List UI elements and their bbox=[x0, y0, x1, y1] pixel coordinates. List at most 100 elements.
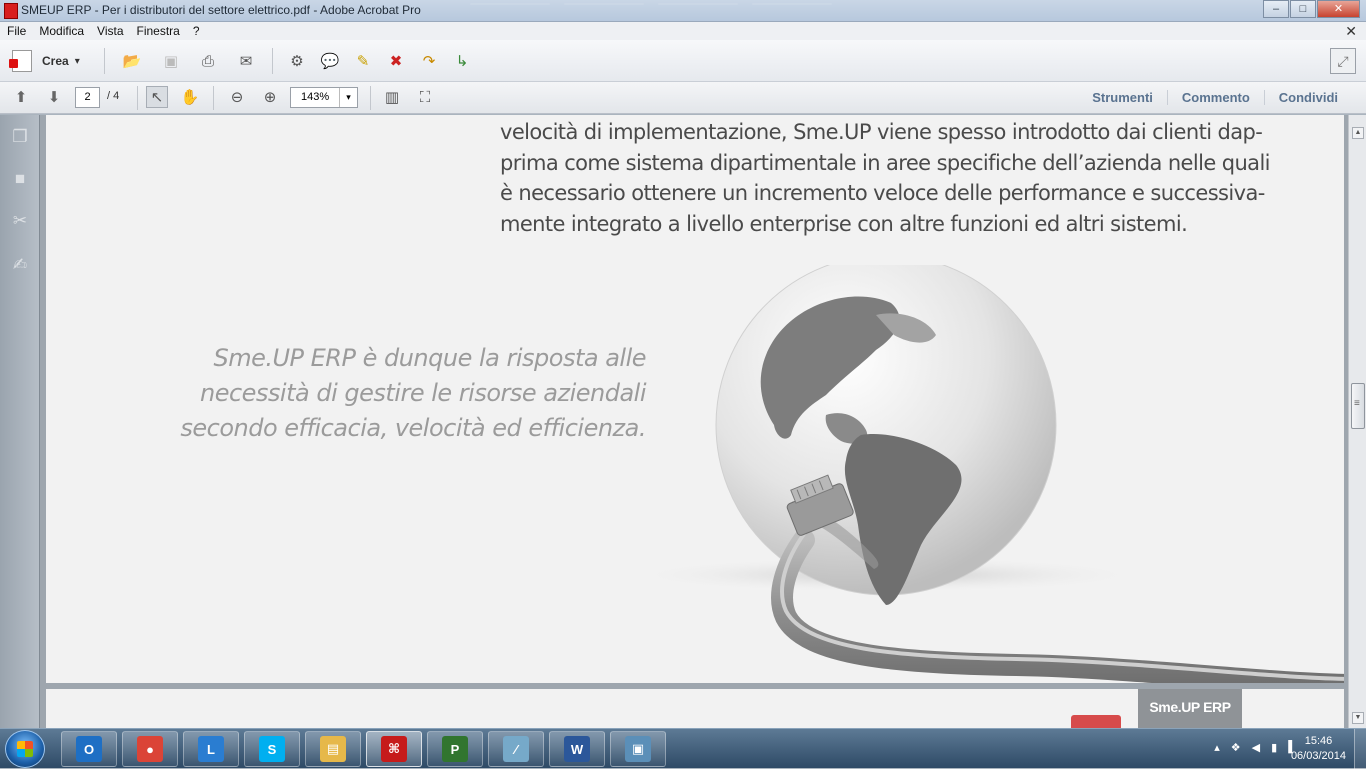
menu-modifica[interactable]: Modifica bbox=[39, 24, 84, 38]
taskbar: O ● L S ▤ ⌘ P ∕ W ▣ ▴ ❖ ◀ ▮ ▌ 15:46 06/03/2014 bbox=[0, 728, 1366, 769]
taskbar-photos-button[interactable]: ▣ bbox=[610, 731, 666, 767]
chrome-icon: ● bbox=[137, 736, 163, 762]
taskbar-lync-button[interactable]: L bbox=[183, 731, 239, 767]
page-number-input[interactable]: 2 bbox=[75, 87, 100, 108]
clock-time: 15:46 bbox=[1304, 735, 1333, 747]
decorative-block bbox=[1071, 715, 1121, 728]
window-title: SMEUP ERP - Per i distributori del setto… bbox=[21, 3, 421, 17]
crea-button[interactable]: Crea ▾ bbox=[9, 50, 80, 72]
scroll-thumb[interactable] bbox=[1351, 383, 1365, 429]
quote-line: secondo efficacia, velocità ed efficienz… bbox=[180, 414, 646, 442]
globe-with-cable-image bbox=[636, 265, 1344, 683]
full-screen-icon[interactable]: ⛶ bbox=[414, 86, 436, 108]
zoom-in-icon[interactable]: ⊕ bbox=[259, 86, 281, 108]
save-icon[interactable]: ▣ bbox=[160, 50, 182, 72]
pdf-page: Sme.UP ERP bbox=[46, 689, 1344, 728]
chevron-down-icon: ▾ bbox=[74, 55, 80, 67]
notepad-icon: ∕ bbox=[503, 736, 529, 762]
next-page-icon[interactable]: ⬇ bbox=[43, 86, 65, 108]
project-icon: P bbox=[442, 736, 468, 762]
body-text-line: è necessario ottenere un incremento velo… bbox=[500, 181, 1265, 205]
body-text-line: mente integrato a livello enterprise con… bbox=[500, 211, 1188, 236]
explorer-icon: ▤ bbox=[320, 736, 346, 762]
scroll-down-icon[interactable]: ▼ bbox=[1352, 712, 1364, 724]
minimize-button[interactable]: – bbox=[1263, 0, 1289, 18]
attachment-icon[interactable]: ✂ bbox=[9, 211, 31, 233]
chevron-down-icon[interactable]: ▾ bbox=[339, 88, 357, 107]
clock-date: 06/03/2014 bbox=[1290, 750, 1346, 762]
dropbox-icon[interactable]: ❖ bbox=[1231, 741, 1241, 754]
document-viewport[interactable]: velocità di implementazione, Sme.UP vien… bbox=[40, 115, 1348, 728]
menu-vista[interactable]: Vista bbox=[97, 24, 123, 38]
taskbar-skype-button[interactable]: S bbox=[244, 731, 300, 767]
comment-icon[interactable]: 💬 bbox=[319, 50, 341, 72]
quote-line: necessità di gestire le risorse aziendal… bbox=[199, 379, 647, 407]
menu-bar: File Modifica Vista Finestra ? ✕ bbox=[0, 22, 1366, 40]
pdf-page: velocità di implementazione, Sme.UP vien… bbox=[46, 115, 1344, 683]
title-bar: SMEUP ERP - Per i distributori del setto… bbox=[0, 0, 1366, 22]
hand-tool-icon[interactable]: ✋ bbox=[179, 86, 201, 108]
vertical-scrollbar[interactable]: ▲ ▼ bbox=[1348, 115, 1366, 728]
taskbar-acrobat-button[interactable]: ⌘ bbox=[366, 731, 422, 767]
fit-page-icon[interactable]: ▥ bbox=[381, 86, 403, 108]
menu-finestra[interactable]: Finestra bbox=[137, 24, 180, 38]
start-button[interactable] bbox=[5, 730, 45, 768]
select-tool-icon[interactable]: ↖ bbox=[146, 86, 168, 108]
word-icon: W bbox=[564, 736, 590, 762]
photos-icon: ▣ bbox=[625, 736, 651, 762]
page-thumbnails-icon[interactable]: ❐ bbox=[9, 127, 31, 149]
delete-page-icon[interactable]: ✖ bbox=[385, 50, 407, 72]
separator bbox=[272, 48, 273, 74]
extract-page-icon[interactable]: ↳ bbox=[451, 50, 473, 72]
navigation-panel: ❐ ■ ✂ ✍ bbox=[0, 115, 40, 728]
outlook-icon: O bbox=[76, 736, 102, 762]
body-text-line: velocità di implementazione, Sme.UP vien… bbox=[500, 120, 1263, 144]
close-document-icon[interactable]: ✕ bbox=[1345, 23, 1357, 40]
menu-file[interactable]: File bbox=[7, 24, 26, 38]
volume-icon[interactable]: ◀ bbox=[1252, 741, 1260, 754]
separator bbox=[137, 86, 138, 110]
quote-line: Sme.UP ERP è dunque la risposta alle bbox=[213, 344, 646, 372]
window-controls: – □ ✕ bbox=[1262, 0, 1360, 18]
body-text: velocità di implementazione, Sme.UP vien… bbox=[500, 117, 1271, 239]
signature-icon[interactable]: ✍ bbox=[9, 255, 31, 277]
condividi-link[interactable]: Condividi bbox=[1263, 90, 1352, 105]
email-icon[interactable]: ✉ bbox=[235, 50, 257, 72]
zoom-select[interactable]: 143% ▾ bbox=[290, 87, 358, 108]
task-pane-links: Strumenti Commento Condividi bbox=[1078, 90, 1352, 105]
skype-icon: S bbox=[259, 736, 285, 762]
print-icon[interactable]: ⎙ bbox=[197, 50, 219, 72]
separator bbox=[370, 86, 371, 110]
show-desktop-button[interactable] bbox=[1354, 729, 1366, 769]
bookmark-icon[interactable]: ■ bbox=[9, 169, 31, 191]
zoom-out-icon[interactable]: ⊖ bbox=[226, 86, 248, 108]
expand-icon[interactable]: ⤢ bbox=[1330, 48, 1356, 74]
scroll-up-icon[interactable]: ▲ bbox=[1352, 127, 1364, 139]
taskbar-notepad-button[interactable]: ∕ bbox=[488, 731, 544, 767]
taskbar-project-button[interactable]: P bbox=[427, 731, 483, 767]
separator bbox=[104, 48, 105, 74]
commento-link[interactable]: Commento bbox=[1166, 90, 1264, 105]
gear-icon[interactable]: ⚙ bbox=[286, 50, 308, 72]
insert-page-icon[interactable]: ↷ bbox=[418, 50, 440, 72]
background-windows bbox=[470, 3, 832, 5]
clock[interactable]: 15:46 06/03/2014 bbox=[1291, 734, 1346, 764]
taskbar-explorer-button[interactable]: ▤ bbox=[305, 731, 361, 767]
system-tray: ▴ ❖ ◀ ▮ ▌ bbox=[1214, 741, 1296, 754]
highlight-icon[interactable]: ✎ bbox=[352, 50, 374, 72]
open-folder-icon[interactable]: 📂 bbox=[121, 50, 143, 72]
strumenti-link[interactable]: Strumenti bbox=[1078, 90, 1167, 105]
close-button[interactable]: ✕ bbox=[1317, 0, 1360, 18]
page-badge: Sme.UP ERP bbox=[1138, 689, 1242, 728]
taskbar-chrome-button[interactable]: ● bbox=[122, 731, 178, 767]
tray-expand-icon[interactable]: ▴ bbox=[1214, 741, 1220, 754]
taskbar-word-button[interactable]: W bbox=[549, 731, 605, 767]
menu-help[interactable]: ? bbox=[193, 24, 200, 38]
lync-icon: L bbox=[198, 736, 224, 762]
maximize-button[interactable]: □ bbox=[1290, 0, 1316, 18]
previous-page-icon[interactable]: ⬆ bbox=[10, 86, 32, 108]
separator bbox=[213, 86, 214, 110]
power-icon[interactable]: ▮ bbox=[1271, 741, 1277, 754]
taskbar-outlook-button[interactable]: O bbox=[61, 731, 117, 767]
acrobat-app-icon[interactable] bbox=[4, 3, 18, 19]
